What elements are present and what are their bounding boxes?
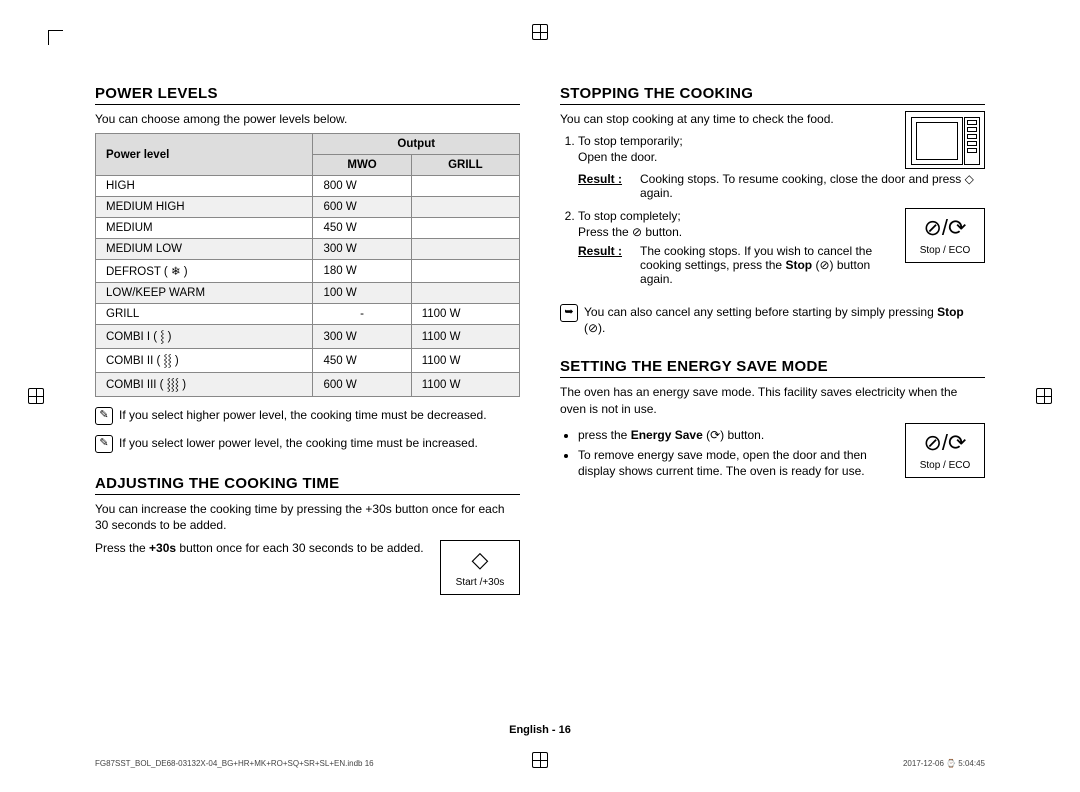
heading-adjusting-time: ADJUSTING THE COOKING TIME [95, 475, 520, 495]
th-output: Output [313, 134, 520, 155]
power-levels-intro: You can choose among the power levels be… [95, 111, 520, 127]
registration-mark-icon [1036, 388, 1052, 404]
stop-eco-icon: ⊘/⟳ [906, 217, 984, 239]
microwave-illustration [905, 111, 985, 169]
start-30s-button-illustration: ◇ Start /+30s [440, 540, 520, 595]
doc-filename: FG87SST_BOL_DE68-03132X-04_BG+HR+MK+RO+S… [95, 759, 374, 768]
stop-eco-button-illustration: ⊘/⟳ Stop / ECO [905, 423, 985, 478]
th-power-level: Power level [96, 134, 313, 176]
power-levels-table: Power level Output MWO GRILL HIGH800 W M… [95, 133, 520, 397]
result-2-text: The cooking stops. If you wish to cancel… [640, 244, 893, 286]
table-row: GRILL-1100 W [96, 304, 520, 325]
doc-timestamp: 2017-12-06 ⌚ 5:04:45 [903, 759, 985, 768]
table-row: COMBI II ( ⸾⸾ )450 W1100 W [96, 349, 520, 373]
heading-energy-save: SETTING THE ENERGY SAVE MODE [560, 358, 985, 378]
heading-power-levels: POWER LEVELS [95, 85, 520, 105]
table-row: COMBI III ( ⸾⸾⸾ )600 W1100 W [96, 373, 520, 397]
page-footer: English - 16 [0, 724, 1080, 736]
result-1-text: Cooking stops. To resume cooking, close … [640, 172, 985, 200]
registration-mark-icon [28, 388, 44, 404]
list-item: To stop temporarily; Open the door. [578, 133, 893, 165]
th-mwo: MWO [313, 155, 411, 176]
th-grill: GRILL [411, 155, 519, 176]
table-row: HIGH800 W [96, 176, 520, 197]
table-row: MEDIUM HIGH600 W [96, 197, 520, 218]
table-row: DEFROST ( ❄ )180 W [96, 260, 520, 283]
stop-eco-icon: ⊘/⟳ [906, 432, 984, 454]
crop-mark [48, 30, 63, 45]
heading-stopping-cooking: STOPPING THE COOKING [560, 85, 985, 105]
stop-eco-button-illustration: ⊘/⟳ Stop / ECO [905, 208, 985, 263]
note-higher-power: If you select higher power level, the co… [119, 407, 487, 425]
note-lower-power: If you select lower power level, the coo… [119, 435, 478, 453]
adjust-p1: You can increase the cooking time by pre… [95, 501, 520, 533]
diamond-icon: ◇ [441, 549, 519, 571]
stop-intro: You can stop cooking at any time to chec… [560, 111, 893, 127]
table-row: LOW/KEEP WARM100 W [96, 283, 520, 304]
table-row: MEDIUM LOW300 W [96, 239, 520, 260]
result-label: Result : [578, 172, 622, 200]
list-item: To stop completely; Press the ⊘ button. [578, 208, 893, 240]
energy-save-intro: The oven has an energy save mode. This f… [560, 384, 985, 416]
result-label: Result : [578, 244, 622, 286]
note-icon: ✎ [95, 407, 113, 425]
registration-mark-icon [532, 24, 548, 40]
adjust-p2: Press the +30s button once for each 30 s… [95, 540, 428, 556]
table-row: MEDIUM450 W [96, 218, 520, 239]
note-cancel-setting: You can also cancel any setting before s… [584, 304, 985, 336]
note-icon: ➥ [560, 304, 578, 322]
note-icon: ✎ [95, 435, 113, 453]
list-item: press the Energy Save (⟳) button. [578, 427, 893, 443]
table-row: COMBI I ( ⸾ )300 W1100 W [96, 325, 520, 349]
list-item: To remove energy save mode, open the doo… [578, 447, 893, 479]
